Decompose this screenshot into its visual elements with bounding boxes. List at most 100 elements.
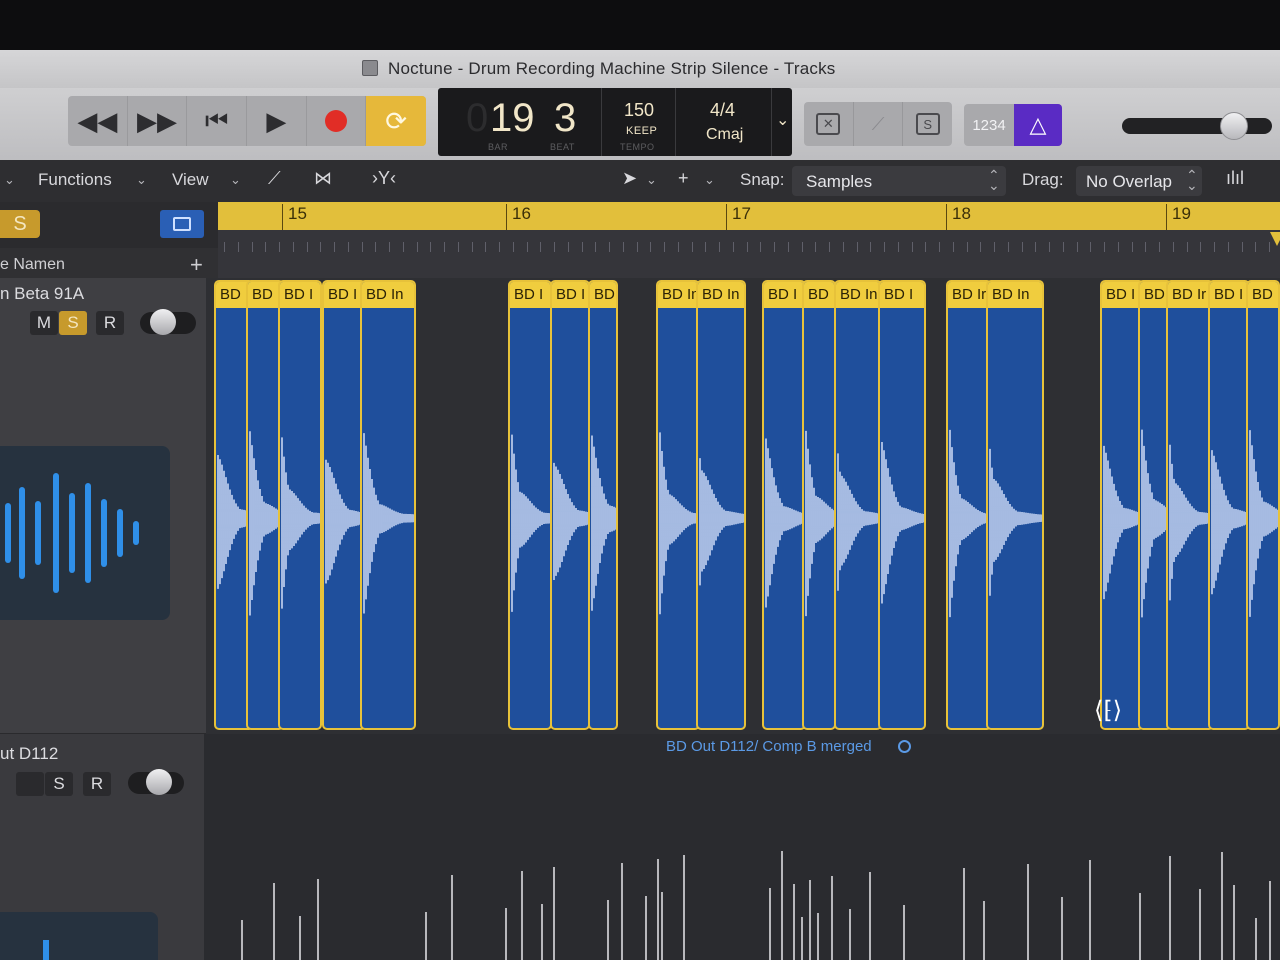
record-enable-button[interactable]: R <box>96 311 124 335</box>
lcd-display[interactable]: 0 19 3 BAR BEAT 150 KEEP TEMPO 4/4 Cmaj … <box>438 88 792 156</box>
audio-region[interactable]: BD Ir <box>1166 280 1214 730</box>
ruler-tick <box>1227 242 1229 252</box>
track-lane-2[interactable] <box>204 734 1280 960</box>
metronome-button[interactable]: △ <box>1014 104 1062 146</box>
play-button[interactable]: ▶ <box>247 96 307 146</box>
beat-ruler[interactable] <box>218 230 1280 278</box>
document-icon <box>362 60 378 76</box>
ruler-tick <box>1049 242 1050 252</box>
cycle-button[interactable]: ⟳ <box>366 96 426 146</box>
audio-region[interactable]: BD <box>802 280 836 730</box>
snap-select[interactable]: Samples ⌃ ⌄ <box>792 166 1006 196</box>
solo-button[interactable]: S <box>45 772 73 796</box>
waveform-path <box>281 437 320 609</box>
chevron-down-icon[interactable]: ⌄ <box>4 172 15 188</box>
play-icon: ▶ <box>266 105 287 136</box>
ruler-tick <box>719 242 720 252</box>
ruler-tick <box>512 242 514 252</box>
catch-button[interactable] <box>160 210 204 238</box>
automation-icon[interactable]: ⟋ <box>268 168 281 189</box>
ruler-tick <box>1035 242 1037 252</box>
audio-region[interactable]: BD I <box>278 280 322 730</box>
region-waveform <box>837 453 880 591</box>
mute-button[interactable]: M <box>30 311 58 335</box>
fast-forward-button[interactable]: ▶▶ <box>128 96 188 146</box>
waveform-path <box>325 459 364 584</box>
ruler-tick <box>292 242 294 252</box>
solo-all-button[interactable]: S <box>0 210 40 238</box>
waveform-zoom-icon[interactable]: ılıl <box>1226 168 1244 189</box>
ruler-tick <box>320 242 322 252</box>
ruler-tick <box>389 242 390 252</box>
audio-region[interactable]: BD In <box>986 280 1044 730</box>
record-enable-button[interactable]: R <box>83 772 111 796</box>
region-name: BD In <box>658 282 698 308</box>
drag-value: No Overlap <box>1086 172 1172 191</box>
audio-region[interactable]: BD <box>1246 280 1280 730</box>
fast-forward-icon: ▶▶ <box>137 105 177 136</box>
chevron-down-icon[interactable]: ⌄ <box>704 172 715 188</box>
ruler-tick <box>760 242 762 252</box>
count-in-button[interactable]: 1234 <box>964 104 1014 146</box>
mute-button[interactable] <box>16 772 44 796</box>
master-volume-slider[interactable] <box>1122 118 1272 134</box>
updown-arrows-icon: ⌃ ⌄ <box>1186 167 1198 193</box>
zoom-icon[interactable]: ›Y‹ <box>372 168 396 189</box>
track-on-toggle[interactable] <box>128 769 184 795</box>
ruler-tick <box>1172 242 1174 252</box>
audio-region[interactable]: BD I <box>508 280 552 730</box>
track-header-1[interactable]: n Beta 91A M S R <box>0 278 206 734</box>
monitor-bezel <box>0 0 1280 50</box>
ruler-tick <box>457 242 459 252</box>
audio-region[interactable]: BD I <box>1208 280 1250 730</box>
merged-waveform <box>241 851 1271 960</box>
ruler-tick <box>870 242 872 252</box>
ruler-tick <box>787 242 789 252</box>
audio-region[interactable]: BD In <box>360 280 416 730</box>
region-name: BD <box>590 282 616 308</box>
bar-ruler[interactable]: 15 16 17 18 19 <box>218 202 1280 230</box>
audio-region[interactable]: BD In <box>696 280 746 730</box>
chevron-down-icon[interactable]: ⌄ <box>776 110 789 130</box>
solo-mode-button[interactable]: S <box>903 102 952 146</box>
audio-region[interactable]: BD I <box>762 280 806 730</box>
record-button[interactable] <box>307 96 367 146</box>
chevron-down-icon[interactable]: ⌄ <box>136 172 147 188</box>
region-name: BD I <box>248 282 282 308</box>
waveform-path <box>949 429 990 618</box>
ruler-tick <box>1214 242 1215 252</box>
track-name: ut D112 <box>0 744 59 763</box>
transport-controls: ◀◀ ▶▶ ⏮ ▶ ⟳ <box>68 96 426 146</box>
track-on-toggle[interactable] <box>140 309 196 335</box>
audio-region[interactable]: BD <box>588 280 618 730</box>
audio-region[interactable]: BD In <box>834 280 882 730</box>
solo-button[interactable]: S <box>59 311 87 335</box>
audio-region[interactable]: BD I <box>878 280 926 730</box>
ruler-tick <box>444 242 445 252</box>
crosshair-tool-icon[interactable]: + <box>678 168 689 189</box>
region-name: BD <box>1248 282 1278 308</box>
track-header-2[interactable]: ut D112 S R <box>0 734 204 960</box>
drag-select[interactable]: No Overlap ⌃ ⌄ <box>1076 166 1202 196</box>
chevron-down-icon[interactable]: ⌄ <box>230 172 241 188</box>
flex-icon[interactable]: ⋈ <box>314 168 332 189</box>
tuner-button[interactable]: ⟋ <box>854 102 904 146</box>
ruler-tick <box>1200 242 1202 252</box>
region-waveform <box>949 429 990 618</box>
go-to-start-button[interactable]: ⏮ <box>187 96 248 146</box>
audio-region[interactable]: BD In <box>656 280 700 730</box>
master-volume-knob[interactable] <box>1220 112 1248 140</box>
waveform-path <box>511 434 550 612</box>
rewind-button[interactable]: ◀◀ <box>68 96 128 146</box>
functions-menu[interactable]: Functions <box>38 170 112 190</box>
ruler-tick <box>402 242 404 252</box>
add-track-button[interactable]: + <box>190 252 203 278</box>
low-latency-button[interactable]: ✕ <box>804 102 854 146</box>
merged-region-label[interactable]: BD Out D112/ Comp B merged <box>666 738 872 755</box>
chevron-down-icon[interactable]: ⌄ <box>646 172 657 188</box>
pointer-tool-icon[interactable]: ➤ <box>622 168 637 189</box>
view-menu[interactable]: View <box>172 170 209 190</box>
region-waveform <box>881 441 924 604</box>
loop-circle-icon[interactable] <box>898 740 911 753</box>
audio-region[interactable]: BD I <box>550 280 590 730</box>
